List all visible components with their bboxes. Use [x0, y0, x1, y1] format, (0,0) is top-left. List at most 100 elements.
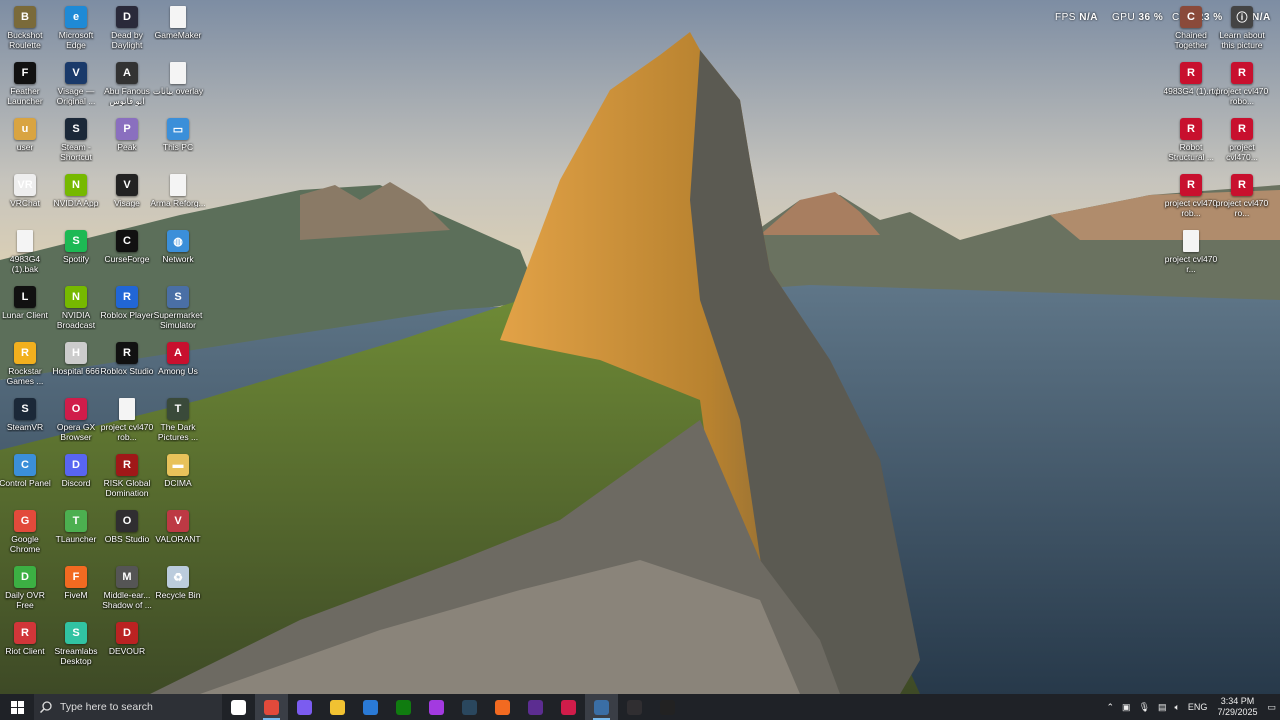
desktop-icon[interactable]: VR VRChat [0, 170, 51, 224]
desktop-icon[interactable]: ▭ This PC [152, 114, 204, 168]
desktop-icon[interactable]: S Supermarket Simulator [152, 282, 204, 336]
chevron-up-icon[interactable]: ⌃ [1107, 702, 1115, 713]
desktop-icon[interactable]: T The Dark Pictures ... [152, 394, 204, 448]
tray-app-icon[interactable]: ▣ [1122, 702, 1131, 713]
taskbar-app-steam[interactable] [453, 694, 486, 720]
desktop-icon[interactable]: R Robot Structural ... [1165, 114, 1217, 168]
app-icon: S [14, 398, 36, 420]
taskbar-app-file-explorer[interactable] [321, 694, 354, 720]
taskbar-app-xbox[interactable] [387, 694, 420, 720]
network-icon[interactable]: ▤ [1158, 702, 1167, 713]
desktop-icon[interactable]: project cvl470 rob... [101, 394, 153, 448]
gpu-readout: GPU 36 % [1112, 12, 1163, 23]
desktop-icon[interactable]: C Chained Together [1165, 2, 1217, 56]
desktop-icon[interactable]: F FiveM [50, 562, 102, 616]
steam-icon [462, 699, 477, 715]
desktop-icon[interactable]: D Dead by Daylight [101, 2, 153, 56]
desktop-icon[interactable]: S SteamVR [0, 394, 51, 448]
fps-label: FPS [1055, 12, 1076, 23]
desktop-icon[interactable]: D DEVOUR [101, 618, 153, 672]
desktop-icon[interactable]: B Buckshot Roulette [0, 2, 51, 56]
desktop-icon[interactable]: R RISK Global Domination [101, 450, 153, 504]
desktop-icon[interactable]: N NVIDIA Broadcast [50, 282, 102, 336]
desktop-icon-label: RISK Global Domination [103, 478, 151, 498]
taskbar-app-curseforge[interactable] [651, 694, 684, 720]
app-icon: R [1231, 174, 1253, 196]
desktop-icon[interactable]: 4983G4 (1).bak [0, 226, 51, 280]
desktop-icon-label: GameMaker [154, 30, 202, 40]
desktop-icon[interactable]: H Hospital 666 [50, 338, 102, 392]
desktop-icon-label: Visage — Original ... [56, 86, 96, 106]
desktop-icon[interactable]: P Peak [101, 114, 153, 168]
desktop-icon[interactable]: R Roblox Studio [101, 338, 153, 392]
desktop-icon[interactable]: e Microsoft Edge [50, 2, 102, 56]
taskbar-search-box[interactable]: Type here to search [34, 694, 222, 720]
desktop-icon[interactable]: V Visage — Original ... [50, 58, 102, 112]
desktop-icon[interactable]: Rproject cvl470 robo... [1216, 58, 1268, 112]
desktop-icon[interactable]: D Discord [50, 450, 102, 504]
microphone-icon[interactable]: 🎙︎ [1139, 702, 1150, 713]
desktop-icon-label: Arma Reforg... [150, 198, 206, 208]
desktop-icon[interactable]: L Lunar Client [0, 282, 51, 336]
taskbar-app-copilot[interactable] [288, 694, 321, 720]
desktop-icon[interactable]: D Daily OVR Free [0, 562, 51, 616]
desktop-icon[interactable]: ♻ Recycle Bin [152, 562, 204, 616]
desktop-icon[interactable]: A Among Us [152, 338, 204, 392]
desktop-icon[interactable]: ▬ DCIMA [152, 450, 204, 504]
taskbar-app-microsoft-store[interactable] [354, 694, 387, 720]
desktop-icon[interactable]: C Control Panel [0, 450, 51, 504]
taskbar-app-obs[interactable] [618, 694, 651, 720]
desktop-icon[interactable]: C CurseForge [101, 226, 153, 280]
desktop-icon[interactable]: R Riot Client [0, 618, 51, 672]
desktop-icon[interactable]: بيانات overlay [152, 58, 204, 112]
desktop-icon[interactable]: V Visage [101, 170, 153, 224]
desktop-icon-label: Robot Structural ... [1168, 142, 1214, 162]
desktop-icon[interactable]: GameMaker [152, 2, 204, 56]
taskbar-app-opera-gx[interactable] [552, 694, 585, 720]
taskbar-app-steam-2[interactable] [585, 694, 618, 720]
desktop-icon[interactable]: Rproject cvl470 ro... [1216, 170, 1268, 224]
desktop-icon[interactable]: Rproject cvl470 rob... [1165, 170, 1217, 224]
taskbar-app-task-view[interactable] [222, 694, 255, 720]
desktop-icon[interactable]: A Abu Fanous ابو فانوس [101, 58, 153, 112]
clock[interactable]: 3:34 PM 7/29/2025 [1217, 696, 1257, 718]
desktop-icon[interactable]: T TLauncher [50, 506, 102, 560]
desktop-icon-label: Visage [114, 198, 140, 208]
app-icon: O [116, 510, 138, 532]
microsoft-store-icon [363, 699, 378, 715]
desktop-icon[interactable]: Rproject cvl470... [1216, 114, 1268, 168]
desktop-icon-label: VALORANT [155, 534, 201, 544]
language-indicator[interactable]: ENG [1188, 702, 1208, 712]
app-icon: C [116, 230, 138, 252]
desktop-icon[interactable]: G Google Chrome [0, 506, 51, 560]
desktop-icon-label: Among Us [158, 366, 198, 376]
taskbar-app-chrome[interactable] [255, 694, 288, 720]
start-button[interactable] [0, 694, 34, 720]
desktop-icon[interactable]: O OBS Studio [101, 506, 153, 560]
taskbar-app-messenger[interactable] [420, 694, 453, 720]
search-icon [40, 701, 52, 713]
desktop-icon[interactable]: project cvl470 r... [1165, 226, 1217, 280]
notification-icon[interactable]: ▭ [1267, 702, 1276, 713]
desktop-icon[interactable]: S Streamlabs Desktop [50, 618, 102, 672]
desktop-icon[interactable]: u user [0, 114, 51, 168]
taskbar-app-visual-studio[interactable] [519, 694, 552, 720]
desktop-icon[interactable]: S Steam - Shortcut [50, 114, 102, 168]
desktop-icon[interactable]: ⓘ Learn about this picture [1216, 2, 1268, 56]
volume-icon[interactable]: 🔈︎ [1175, 702, 1180, 713]
desktop-icon[interactable]: S Spotify [50, 226, 102, 280]
desktop-icon[interactable]: R Rockstar Games ... [0, 338, 51, 392]
taskbar-app-fivem[interactable] [486, 694, 519, 720]
desktop-icon[interactable]: R Roblox Player [101, 282, 153, 336]
desktop-icon[interactable]: V VALORANT [152, 506, 204, 560]
desktop-icon[interactable]: N NVIDIA App [50, 170, 102, 224]
desktop-icon[interactable]: ◍ Network [152, 226, 204, 280]
desktop-icon[interactable]: R 4983G4 (1).rtd [1163, 58, 1219, 112]
desktop-icon[interactable]: Arma Reforg... [150, 170, 206, 224]
desktop-icon[interactable]: F Feather Launcher [0, 58, 51, 112]
app-icon: B [14, 6, 36, 28]
app-icon: L [14, 286, 36, 308]
desktop-icon[interactable]: M Middle-ear... Shadow of ... [101, 562, 153, 616]
desktop-icon-label: 4983G4 (1).bak [9, 254, 41, 274]
desktop-icon[interactable]: O Opera GX Browser [50, 394, 102, 448]
